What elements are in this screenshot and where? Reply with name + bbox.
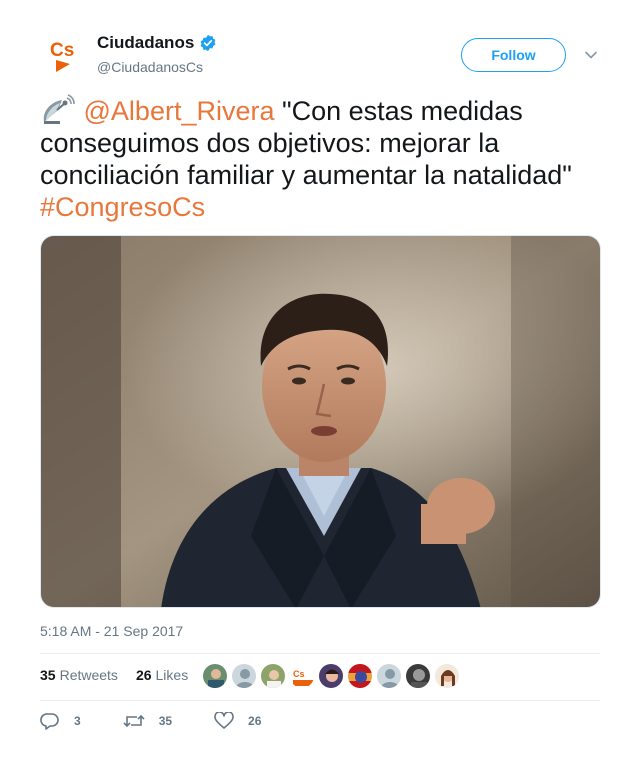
retweets-stat[interactable]: 35 Retweets: [40, 667, 118, 683]
likers-avatars: Cs: [202, 663, 463, 689]
liker-avatar[interactable]: [434, 663, 460, 689]
liker-avatar[interactable]: Cs: [289, 663, 315, 689]
liker-avatar[interactable]: [260, 663, 286, 689]
divider: [40, 653, 600, 654]
reply-count: 3: [74, 714, 81, 728]
liker-avatar[interactable]: [318, 663, 344, 689]
liker-avatar[interactable]: [202, 663, 228, 689]
likes-label: Likes: [155, 667, 189, 683]
satellite-antenna-icon: [43, 94, 75, 124]
tweet-photo[interactable]: [40, 235, 601, 608]
tweet-card: Cs Ciudadanos @CiudadanosCs Follow @Albe…: [0, 0, 640, 762]
retweet-button[interactable]: 35: [123, 712, 172, 730]
chevron-down-icon[interactable]: [584, 48, 598, 62]
likes-count: 26: [135, 667, 152, 683]
liker-avatar[interactable]: [376, 663, 402, 689]
svg-text:Cs: Cs: [50, 40, 74, 61]
tweet-timestamp[interactable]: 5:18 AM - 21 Sep 2017: [40, 623, 183, 639]
retweets-label: Retweets: [59, 667, 118, 683]
tweet-actions: 3 35 26: [40, 712, 303, 730]
speaker-photo-icon: [41, 236, 600, 607]
mention-link[interactable]: @Albert_Rivera: [84, 96, 275, 126]
hashtag-link[interactable]: #CongresoCs: [40, 192, 205, 222]
verified-badge-icon: [200, 34, 216, 52]
liker-avatar[interactable]: [231, 663, 257, 689]
reply-icon: [40, 713, 59, 730]
account-name-text[interactable]: Ciudadanos: [97, 33, 194, 53]
retweets-count: 35: [40, 667, 56, 683]
follow-button[interactable]: Follow: [461, 38, 566, 72]
likes-stat[interactable]: 26 Likes: [136, 667, 188, 683]
like-button[interactable]: 26: [214, 712, 261, 730]
engagement-stats: 35 Retweets 26 Likes: [40, 667, 206, 683]
tweet-text: @Albert_Rivera "Con estas medidas conseg…: [40, 94, 605, 223]
avatar[interactable]: Cs: [40, 30, 88, 78]
account-handle[interactable]: @CiudadanosCs: [97, 59, 203, 75]
ciudadanos-logo-icon: Cs: [50, 40, 74, 72]
heart-icon: [214, 712, 234, 729]
liker-avatar[interactable]: [347, 663, 373, 689]
retweet-icon: [123, 714, 145, 728]
liker-avatar[interactable]: [405, 663, 431, 689]
like-count: 26: [248, 714, 262, 728]
svg-text:Cs: Cs: [293, 669, 305, 679]
account-name[interactable]: Ciudadanos: [97, 33, 217, 53]
reply-button[interactable]: 3: [40, 712, 81, 730]
divider: [40, 700, 600, 701]
retweet-count: 35: [158, 714, 173, 728]
